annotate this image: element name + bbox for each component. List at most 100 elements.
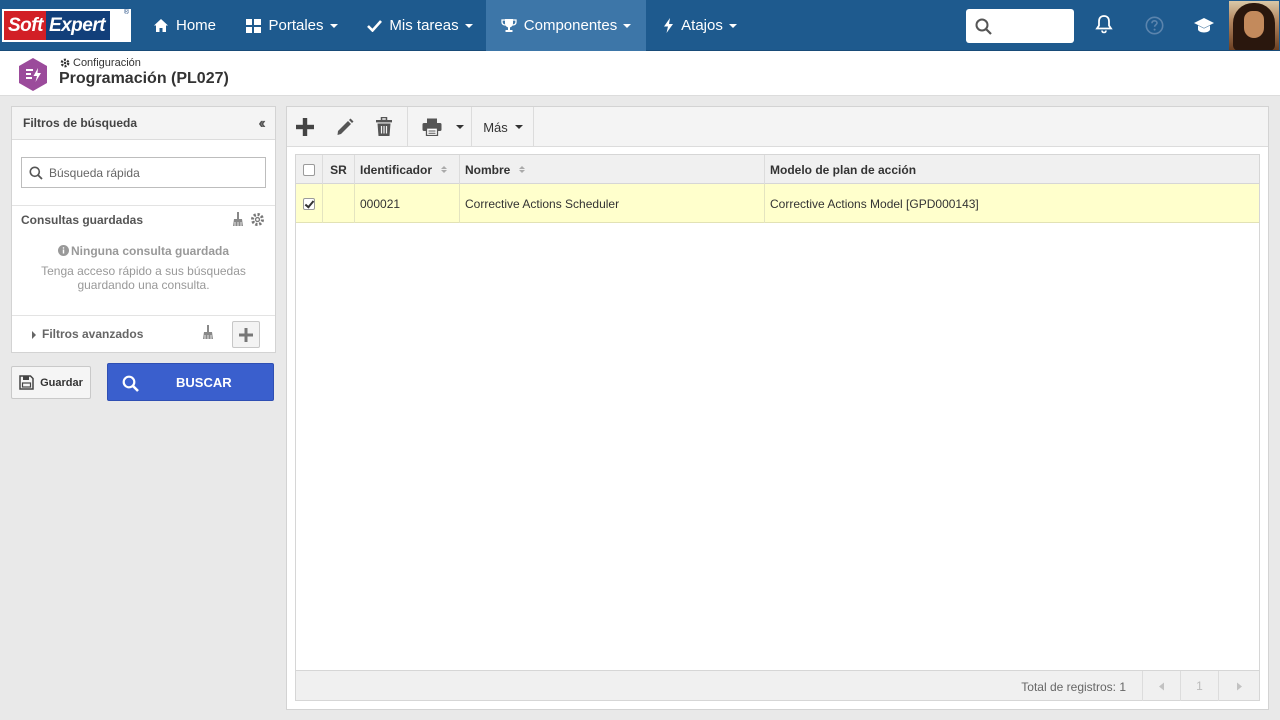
softexpert-logo[interactable]: Soft Expert ®: [2, 9, 131, 42]
column-header-identificador-label: Identificador: [360, 162, 433, 177]
nav-portales[interactable]: Portales: [235, 0, 349, 51]
grid-footer: Total de registros: 1 1: [296, 670, 1259, 701]
save-query-label: Guardar: [40, 376, 83, 389]
logo-text-expert: Expert: [45, 11, 111, 40]
nav-mis-tareas[interactable]: Mis tareas: [356, 0, 484, 51]
more-actions-button[interactable]: Más: [473, 107, 533, 147]
column-header-identificador[interactable]: Identificador: [355, 155, 460, 184]
advanced-filters-title: Filtros avanzados: [42, 327, 144, 341]
search-button-label: BUSCAR: [176, 375, 232, 390]
add-filter-button[interactable]: [232, 321, 260, 348]
triangle-left-icon: [1159, 682, 1164, 690]
info-icon: [57, 245, 69, 256]
help-icon[interactable]: [1145, 16, 1164, 35]
no-saved-queries-description: Tenga acceso rápido a sus búsquedas guar…: [41, 264, 246, 292]
save-query-button[interactable]: Guardar: [11, 366, 91, 399]
nav-mis-tareas-label: Mis tareas: [389, 17, 459, 34]
trash-icon: [376, 117, 392, 136]
page-number[interactable]: 1: [1180, 671, 1218, 701]
global-search-input[interactable]: [966, 9, 1074, 43]
page-title: Programación (PL027): [59, 70, 229, 87]
column-header-nombre[interactable]: Nombre: [460, 155, 765, 184]
collapse-left-icon[interactable]: ‹‹: [258, 115, 265, 133]
column-header-modelo[interactable]: Modelo de plan de acción: [765, 155, 1259, 184]
saved-queries-actions: [232, 212, 265, 227]
search-icon: [122, 375, 139, 392]
nav-componentes[interactable]: Componentes: [486, 0, 646, 51]
search-button[interactable]: BUSCAR: [107, 363, 274, 401]
table-row[interactable]: 000021 Corrective Actions Scheduler Corr…: [296, 184, 1259, 223]
record-toolbar: Más: [287, 107, 1268, 147]
no-saved-queries-label: Ninguna consulta guardada: [70, 244, 229, 258]
toolbar-separator: [407, 107, 408, 147]
trophy-icon: [501, 18, 517, 33]
plus-icon: [296, 118, 314, 136]
quick-search-input[interactable]: [49, 164, 259, 182]
row-checkbox[interactable]: [303, 197, 315, 210]
delete-record-button[interactable]: [366, 107, 402, 147]
nav-portales-label: Portales: [268, 17, 324, 34]
sort-icon: [441, 166, 448, 173]
scheduler-module-icon: [19, 58, 47, 91]
row-select-cell: [296, 184, 323, 223]
clear-brush-icon[interactable]: [202, 325, 214, 340]
main-panel: Más SR Identificador Nombre Modelo de pl…: [286, 106, 1269, 710]
no-saved-queries-message: Ninguna consulta guardada: [12, 244, 275, 258]
saved-queries-title: Consultas guardadas: [21, 213, 144, 227]
nav-home-label: Home: [175, 17, 216, 34]
previous-page-button[interactable]: [1142, 671, 1180, 701]
print-button[interactable]: [415, 107, 471, 147]
grid-icon: [246, 18, 262, 33]
breadcrumb[interactable]: Configuración: [60, 57, 141, 69]
chevron-down-icon: [728, 23, 737, 28]
search-icon: [29, 166, 43, 180]
nav-home[interactable]: Home: [141, 0, 228, 51]
breadcrumb-label: Configuración: [73, 57, 141, 69]
select-all-cell: [296, 155, 323, 184]
select-all-checkbox[interactable]: [303, 163, 315, 176]
toolbar-separator: [533, 107, 534, 147]
nav-atajos-label: Atajos: [681, 17, 723, 34]
user-avatar[interactable]: [1229, 1, 1279, 50]
clear-brush-icon[interactable]: [232, 212, 244, 227]
search-icon: [975, 18, 992, 35]
saved-queries-section: Consultas guardadas Ninguna consulta gua…: [12, 205, 275, 316]
add-record-button[interactable]: [287, 107, 323, 147]
logo-text-soft: Soft: [4, 11, 46, 40]
pencil-icon: [337, 118, 354, 135]
home-icon: [153, 18, 169, 33]
gear-icon[interactable]: [250, 212, 265, 227]
filters-panel-header: Filtros de búsqueda ‹‹: [12, 107, 275, 140]
nav-componentes-label: Componentes: [523, 17, 618, 34]
printer-icon: [422, 118, 442, 136]
more-actions-label: Más: [483, 119, 508, 135]
total-records-label: Total de registros: 1: [1021, 680, 1126, 694]
chevron-down-icon: [456, 125, 464, 129]
cell-modelo: Corrective Actions Model [GPD000143]: [770, 196, 979, 211]
grid-header: SR Identificador Nombre Modelo de plan d…: [296, 155, 1259, 184]
bell-icon[interactable]: [1095, 14, 1113, 34]
chevron-down-icon: [623, 23, 632, 28]
advanced-filters-section[interactable]: Filtros avanzados: [12, 317, 275, 352]
graduation-cap-icon[interactable]: [1193, 17, 1215, 34]
chevron-down-icon: [514, 125, 523, 129]
column-header-nombre-label: Nombre: [465, 162, 511, 177]
chevron-down-icon: [329, 23, 338, 28]
column-header-sr-label: SR: [330, 162, 347, 177]
cell-sr: [323, 184, 355, 223]
nav-atajos[interactable]: Atajos: [652, 0, 748, 51]
floppy-disk-icon: [19, 375, 34, 390]
column-header-sr[interactable]: SR: [323, 155, 355, 184]
plus-icon: [239, 327, 253, 342]
page-header: Configuración Programación (PL027): [0, 51, 1280, 96]
sort-icon: [519, 166, 526, 173]
next-page-button[interactable]: [1218, 671, 1259, 701]
cell-nombre: Corrective Actions Scheduler: [460, 184, 765, 223]
avatar-face: [1244, 11, 1264, 38]
cell-identificador: 000021: [355, 184, 460, 223]
filters-panel-title: Filtros de búsqueda: [23, 116, 138, 130]
edit-record-button[interactable]: [327, 107, 363, 147]
quick-search-field[interactable]: [21, 157, 266, 188]
search-filters-panel: Filtros de búsqueda ‹‹ Consultas guardad…: [11, 106, 276, 353]
expand-arrow-icon: [32, 331, 36, 339]
